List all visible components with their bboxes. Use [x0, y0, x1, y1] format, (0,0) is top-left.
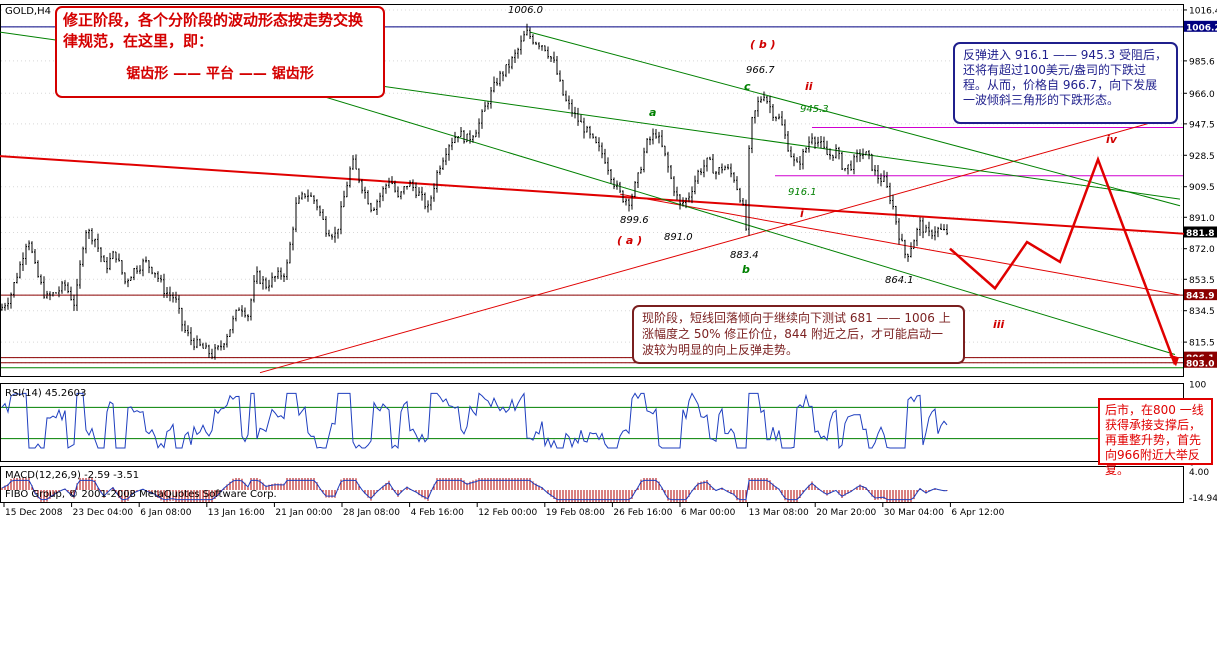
- price-tag-text-8: 881.8: [1186, 229, 1214, 239]
- wave-label-iii: iii: [993, 318, 1005, 331]
- wave-label-i: i: [800, 207, 804, 220]
- time-tick-label-13: 30 Mar 04:00: [884, 508, 944, 518]
- price-tick-label-6: 909.5: [1189, 183, 1215, 193]
- price-label-7: 864.1: [885, 275, 914, 286]
- price-tick-label-7: 891.0: [1189, 214, 1215, 224]
- time-tick-label-8: 19 Feb 08:00: [546, 508, 605, 518]
- trend-line-0: [0, 155, 1186, 235]
- note-rebound: 反弹进入 916.1 —— 945.3 受阻后，还将有超过100美元/盎司的下跌…: [953, 42, 1178, 124]
- time-tick-label-4: 21 Jan 00:00: [275, 508, 332, 518]
- macd-tick-1: -14.94: [1189, 494, 1217, 504]
- price-tick-label-12: 834.5: [1189, 307, 1215, 317]
- price-label-5: 891.0: [664, 232, 693, 243]
- time-tick-label-0: 15 Dec 2008: [5, 508, 63, 518]
- wave-label-pa: ( a ): [617, 234, 642, 247]
- price-tag-text-1: 1006.2: [1186, 23, 1217, 33]
- price-label-1: 966.7: [746, 65, 775, 76]
- time-tick-label-7: 12 Feb 00:00: [478, 508, 537, 518]
- price-tick-label-3: 966.0: [1189, 90, 1215, 100]
- rsi-line: [1, 392, 948, 450]
- macd-tick-0: 4.00: [1189, 468, 1209, 478]
- price-label-2: 945.3: [800, 104, 829, 115]
- time-tick-label-9: 26 Feb 16:00: [613, 508, 672, 518]
- time-tick-label-1: 23 Dec 04:00: [73, 508, 134, 518]
- price-tag-text-15: 803.0: [1186, 359, 1214, 369]
- time-tick-label-11: 13 Mar 08:00: [749, 508, 809, 518]
- price-tick-label-0: 1016.4: [1189, 6, 1217, 16]
- wave-label-a: a: [649, 106, 656, 119]
- time-tick-label-14: 6 Apr 12:00: [951, 508, 1004, 518]
- symbol-label: GOLD,H4: [5, 6, 51, 17]
- forecast-path: [949, 155, 1179, 367]
- price-tick-label-4: 947.5: [1189, 120, 1215, 130]
- rsi-panel-frame: [0, 383, 1184, 462]
- price-label-3: 916.1: [788, 187, 817, 198]
- price-axis: 1016.4 1006.2 985.6 966.0 947.5 928.5 909.5 891…: [1183, 6, 1217, 369]
- price-tick-label-5: 928.5: [1189, 152, 1215, 162]
- price-tag-text-11: 843.9: [1186, 292, 1214, 302]
- note1-text: 修正阶段，各个分阶段的波动形态按走势交换律规范，在这里，即：: [63, 11, 364, 50]
- rsi-label: RSI(14) 45.2603: [5, 388, 86, 399]
- wave-label-iv: iv: [1106, 133, 1118, 146]
- price-tick-label-2: 985.6: [1189, 57, 1215, 67]
- wave-label-b: b: [742, 263, 750, 276]
- time-tick-label-2: 6 Jan 08:00: [140, 508, 192, 518]
- note3-text: 现阶段，短线回落倾向于继续向下测试 681 —— 1006 上涨幅度之 50% …: [642, 311, 951, 357]
- price-label-4: 899.6: [620, 215, 649, 226]
- forecast-zigzag: [949, 155, 1177, 365]
- wave-label-c: c: [744, 80, 751, 93]
- rsi-panel: 10070.030.00: [1, 381, 1209, 469]
- note1-pattern: 锯齿形 —— 平台 —— 锯齿形: [126, 66, 314, 82]
- wave-label-ii: ii: [805, 80, 813, 93]
- time-tick-label-6: 4 Feb 16:00: [411, 508, 465, 518]
- price-label-6: 883.4: [730, 250, 759, 261]
- time-tick-label-10: 6 Mar 00:00: [681, 508, 736, 518]
- price-tick-label-9: 872.0: [1189, 245, 1215, 255]
- note-current-phase: 现阶段，短线回落倾向于继续向下测试 681 —— 1006 上涨幅度之 50% …: [632, 305, 965, 364]
- time-axis: 15 Dec 2008 23 Dec 04:00 6 Jan 08:00 13 Jan…: [3, 503, 1005, 518]
- wave-label-pb: ( b ): [750, 38, 776, 51]
- copyright-text: FIBO Group, © 2001-2008 MetaQuotes Softw…: [5, 489, 277, 500]
- time-tick-label-12: 20 Mar 20:00: [816, 508, 876, 518]
- time-tick-label-5: 28 Jan 08:00: [343, 508, 400, 518]
- price-label-0: 1006.0: [508, 5, 543, 16]
- rsi-tick-0: 100: [1189, 381, 1206, 391]
- time-tick-label-3: 13 Jan 16:00: [208, 508, 265, 518]
- price-tick-label-13: 815.5: [1189, 339, 1215, 349]
- macd-label: MACD(12,26,9) -2.59 -3.51: [5, 470, 139, 481]
- note2-text: 反弹进入 916.1 —— 945.3 受阻后，还将有超过100美元/盎司的下跌…: [963, 48, 1167, 107]
- price-tick-label-10: 853.5: [1189, 276, 1215, 286]
- note-outlook: 后市，在800 一线获得承接支撑后，再重整升势，首先向966附近大举反复。: [1098, 398, 1213, 477]
- note-correction-phase: 修正阶段，各个分阶段的波动形态按走势交换律规范，在这里，即： 锯齿形 —— 平台…: [55, 6, 385, 98]
